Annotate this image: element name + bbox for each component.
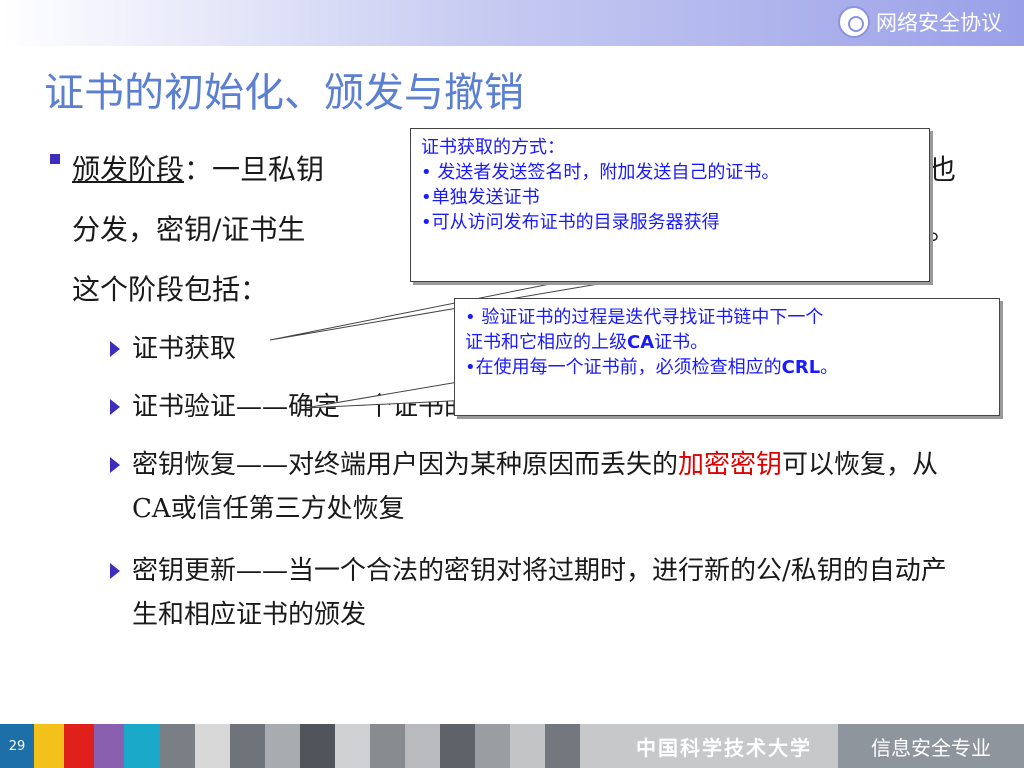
callout1-line: 证书获取的方式： [421,137,565,158]
callout2-text: 证书。 [654,332,709,353]
callout2-bold: CRL [781,357,821,378]
callout2-text: •在使用每一个证书前，必须检查相应的 [465,357,782,378]
callout-acquisition-methods: 证书获取的方式： • 发送者发送签名时，附加发送自己的证书。 •单独发送证书 •… [410,128,930,282]
footer-bar: 29 中国科学技术大学 信息安全专业 [0,724,1024,768]
callout1-line: • 发送者发送签名时，附加发送自己的证书。 [421,162,780,183]
callout2-text: 。 [820,357,839,378]
university-name: 中国科学技术大学 [636,736,812,760]
department-label: 信息安全专业 [838,724,1024,768]
callout2-text: 证书和它相应的上级 [465,332,627,353]
callout2-line: • 验证证书的过程是迭代寻找证书链中下一个 [465,307,824,328]
color-swatch [64,724,94,768]
color-swatch [124,724,160,768]
callout2-pointer [304,379,471,409]
color-swatch [94,724,124,768]
callout2-bold: CA [627,332,655,353]
page-number: 29 [0,724,34,768]
decorative-thumbnails [160,724,580,768]
callout2-line: 证书和它相应的上级CA证书。 [465,330,989,355]
callout1-line: •单独发送证书 [421,187,540,208]
color-swatch [34,724,64,768]
callout-verification-process: • 验证证书的过程是迭代寻找证书链中下一个 证书和它相应的上级CA证书。 •在使… [454,298,1000,416]
callout2-line: •在使用每一个证书前，必须检查相应的CRL。 [465,355,989,380]
callout1-line: •可从访问发布证书的目录服务器获得 [421,212,720,233]
